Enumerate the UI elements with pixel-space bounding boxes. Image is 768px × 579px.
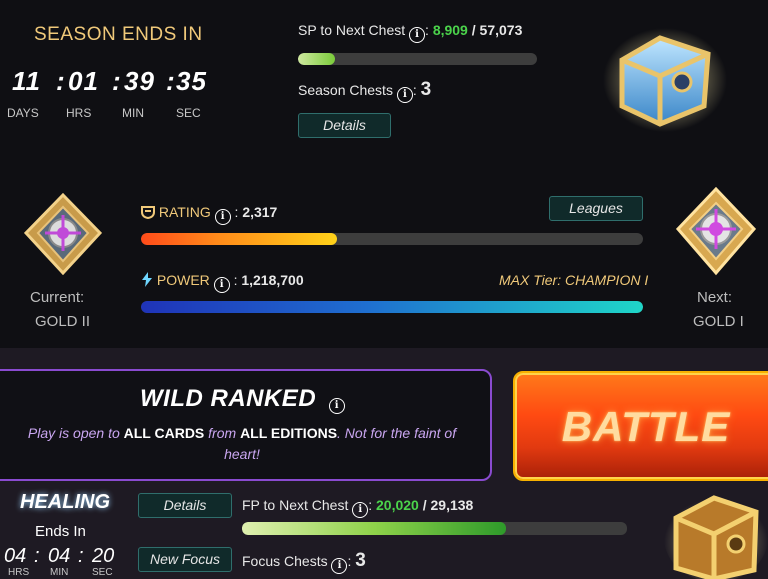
sp-progress-fill [298, 53, 336, 65]
mode-desc-all-editions: ALL EDITIONS [240, 425, 338, 441]
timer-sec: 35 [176, 66, 207, 96]
mode-title-row: WILD RANKED i [140, 385, 345, 414]
power-colon: : [233, 272, 238, 288]
focus-chests-value: 3 [355, 550, 366, 571]
power-progress-fill [141, 301, 643, 313]
current-league-value: GOLD II [35, 313, 91, 330]
sp-progress-bar [298, 53, 537, 65]
timer-sep-1: : [56, 66, 66, 96]
focus-timer-hrs-label: HRS [8, 567, 30, 578]
mode-title: WILD RANKED [140, 385, 317, 412]
fp-label: FP to Next Chest [242, 497, 349, 513]
season-chests: Season Chests i: 3 [298, 79, 431, 103]
focus-timer-sep-2: : [78, 545, 84, 567]
focus-chests-label: Focus Chests [242, 553, 328, 569]
focus-timer-min: 04 [48, 545, 71, 567]
battle-button[interactable]: BATTLE [513, 371, 768, 481]
rating-row: RATING i : 2,317 [141, 204, 277, 225]
power-label: POWER [156, 272, 210, 288]
focus-chests: Focus Chests i: 3 [242, 550, 366, 574]
fp-current: 20,020 [376, 497, 419, 513]
focus-timer-sep-1: : [34, 545, 40, 567]
rating-shield-icon [141, 206, 155, 220]
info-icon[interactable]: i [396, 87, 413, 103]
power-row: POWER i : 1,218,700 [141, 272, 304, 293]
info-icon[interactable]: i [328, 398, 345, 414]
gold-ii-league-icon [24, 193, 102, 275]
mode-desc-1: Play is open to [27, 425, 124, 441]
gold-i-league-icon [676, 187, 756, 276]
power-bolt-icon [142, 272, 152, 287]
fp-total: 29,138 [430, 497, 474, 513]
focus-timer-min-label: MIN [50, 567, 69, 578]
wild-ranked-panel[interactable]: WILD RANKED i Play is open to ALL CARDS … [0, 369, 492, 481]
focus-timer-sec-label: SEC [92, 567, 113, 578]
leagues-button[interactable]: Leagues [549, 196, 643, 221]
timer-min-label: MIN [122, 106, 144, 120]
mode-desc-5: . Not for the faint of [337, 425, 457, 441]
mode-desc-6: heart! [224, 446, 260, 462]
sp-total: 57,073 [479, 22, 523, 38]
season-title: SEASON ENDS IN [34, 24, 203, 45]
info-icon[interactable]: i [213, 277, 230, 293]
timer-sep-3: : [166, 66, 176, 96]
timer-sec-label: SEC [176, 106, 201, 120]
next-league-value: GOLD I [693, 313, 744, 330]
timer-days: 11 [12, 66, 41, 96]
focus-timer: 04 : 04 : 20 HRS MIN SEC [4, 545, 134, 579]
max-tier-label: MAX Tier: CHAMPION I [499, 272, 649, 288]
info-icon[interactable]: i [352, 502, 369, 518]
fp-progress-bar [242, 522, 627, 535]
rating-label: RATING [158, 204, 211, 220]
mode-desc-3: from [204, 425, 241, 441]
timer-days-label: DAYS [7, 106, 39, 120]
focus-timer-hrs: 04 [4, 545, 27, 567]
rating-progress-bar [141, 233, 643, 245]
battle-label: BATTLE [561, 403, 731, 450]
rating-value: 2,317 [242, 204, 278, 220]
timer-sep-2: : [112, 66, 122, 96]
info-icon[interactable]: i [214, 209, 231, 225]
season-details-button[interactable]: Details [298, 113, 391, 138]
rating-progress-fill [141, 233, 337, 245]
rating-colon: : [234, 204, 239, 220]
mode-description: Play is open to ALL CARDS from ALL EDITI… [0, 423, 484, 465]
new-focus-button[interactable]: New Focus [138, 547, 232, 572]
focus-name: HEALING [20, 491, 110, 513]
sp-label: SP to Next Chest [298, 22, 406, 38]
fp-sep: / [422, 497, 427, 513]
sp-sep: / [471, 22, 476, 38]
sp-progress-label: SP to Next Chest i: 8,909 / 57,073 [298, 22, 522, 43]
next-league-label: Next: [697, 289, 733, 306]
focus-chest-icon [664, 494, 768, 579]
mode-desc-all-cards: ALL CARDS [123, 425, 205, 441]
current-league-label: Current: [30, 289, 85, 306]
focus-ends-label: Ends In [35, 523, 86, 540]
timer-hrs: 01 [68, 66, 99, 96]
power-value: 1,218,700 [241, 272, 304, 288]
timer-min: 39 [124, 66, 155, 96]
season-chests-label: Season Chests [298, 82, 393, 98]
season-chests-value: 3 [420, 79, 432, 100]
focus-timer-sec: 20 [92, 545, 115, 567]
fp-progress-fill [242, 522, 507, 535]
season-timer: 11 : 01 : 39 : 35 DAYS HRS MIN SEC [7, 66, 210, 126]
focus-details-button[interactable]: Details [138, 493, 232, 518]
info-icon[interactable]: i [331, 558, 348, 574]
fp-progress-label: FP to Next Chest i: 20,020 / 29,138 [242, 497, 473, 518]
power-progress-bar [141, 301, 643, 313]
timer-hrs-label: HRS [66, 106, 92, 120]
info-icon[interactable]: i [409, 27, 426, 43]
season-chest-icon [603, 28, 727, 132]
sp-current: 8,909 [432, 22, 468, 38]
